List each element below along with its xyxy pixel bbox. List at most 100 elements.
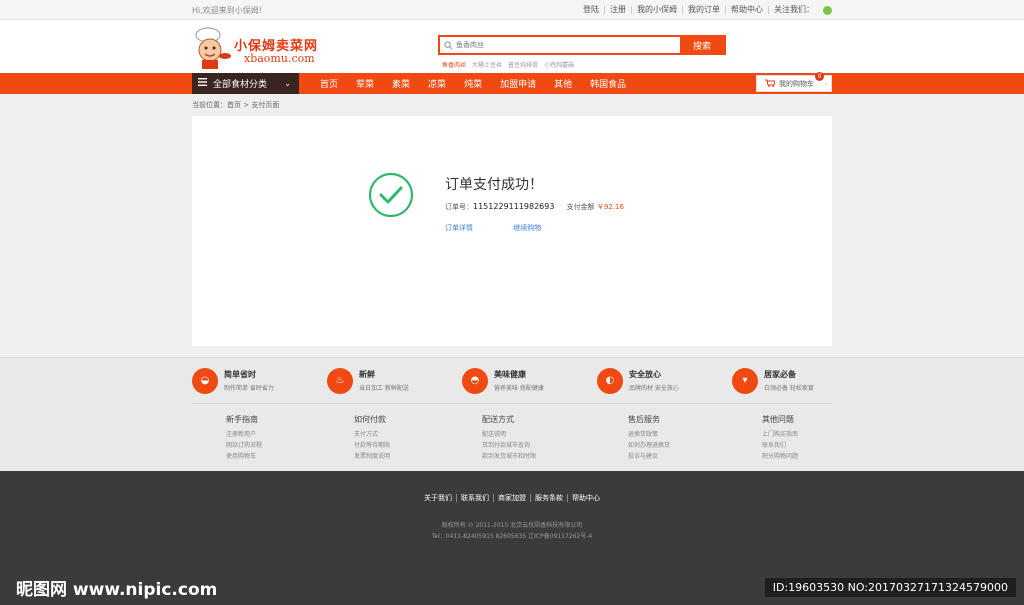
- soup-icon: ♨: [327, 367, 353, 394]
- footer: 关于我们 联系我们 商家加盟 服务条款 帮助中心 版权所有 © 2011-2015 北京…: [0, 471, 1024, 605]
- copyright-text: 版权所有 © 2011-2015 北京云优厨香科技有限公司: [441, 522, 583, 529]
- order-number-label: 订单号：: [445, 203, 473, 211]
- service-item: ♨ 新鲜当日加工 新鲜配送: [327, 367, 447, 394]
- help-link[interactable]: 货到付款城市查询: [482, 440, 536, 451]
- help-link[interactable]: 投诉与建议: [628, 451, 670, 462]
- search-button[interactable]: 搜索: [680, 37, 724, 53]
- site-logo[interactable]: 小保姆卖菜网 xbaomu.com: [192, 26, 332, 70]
- service-subtitle: 当日加工 新鲜配送: [359, 385, 409, 392]
- help-link[interactable]: 支付方式: [354, 429, 390, 440]
- nav-item-stew[interactable]: 炖菜: [464, 77, 482, 90]
- help-link[interactable]: 上门购买指南: [762, 429, 798, 440]
- help-link[interactable]: 如何办理退换货: [628, 440, 670, 451]
- help-column-title: 其他问题: [761, 415, 794, 424]
- hot-word[interactable]: 普豆炖排骨: [508, 60, 538, 69]
- nav-item-other[interactable]: 其他: [554, 77, 572, 90]
- welcome-text: Hi,欢迎来到小保姆!: [192, 5, 262, 15]
- cup-icon: ▾: [732, 367, 758, 394]
- help-center-link[interactable]: 帮助中心: [725, 6, 768, 14]
- watermark-logo: 昵图网 www.nipic.com: [16, 580, 218, 600]
- cart-button[interactable]: 我的购物车 0 ›: [756, 72, 832, 92]
- chevron-down-icon: ⌄: [284, 79, 291, 88]
- hot-word[interactable]: 小鸡炖蘑菇: [544, 60, 574, 69]
- nav-item-meat[interactable]: 荤菜: [356, 77, 374, 90]
- help-link[interactable]: 联系我们: [762, 440, 798, 451]
- service-subtitle: 制作简单 省时省力: [224, 385, 274, 392]
- register-link[interactable]: 注册: [604, 6, 631, 14]
- search-box: 搜索: [438, 35, 726, 55]
- help-link[interactable]: 配送说明: [482, 429, 536, 440]
- help-column: 其他问题 上门购买指南 联系我们 积分购物问题: [762, 414, 798, 462]
- help-link[interactable]: 使用购物车: [226, 451, 262, 462]
- hot-word[interactable]: 大桶土豆丝: [472, 60, 502, 69]
- nav-item-home[interactable]: 首页: [320, 77, 338, 90]
- help-link[interactable]: 退换货政策: [628, 429, 670, 440]
- contact-text: Tel：0411-82405915 82605635 辽ICP备09117262…: [431, 533, 593, 540]
- footer-link-help[interactable]: 帮助中心: [567, 494, 604, 502]
- continue-shopping-link[interactable]: 继续购物: [513, 224, 541, 232]
- header: 小保姆卖菜网 xbaomu.com 搜索 鱼香肉丝 大桶土豆丝 普豆炖排骨 小鸡…: [0, 20, 1024, 73]
- login-link[interactable]: 登陆: [578, 6, 604, 14]
- nav-item-korean-food[interactable]: 韩国食品: [590, 77, 626, 90]
- payment-amount: ￥92.16: [596, 203, 624, 211]
- my-orders-link[interactable]: 我的订单: [682, 6, 725, 14]
- pan-icon: ◐: [597, 367, 623, 394]
- chevron-right-icon: ›: [824, 79, 827, 88]
- footer-link-terms[interactable]: 服务条款: [530, 494, 567, 502]
- my-account-link[interactable]: 我的小保姆: [631, 6, 682, 14]
- service-subtitle: 白领必备 轻松家宴: [764, 385, 814, 392]
- footer-link-franchise[interactable]: 商家加盟: [493, 494, 530, 502]
- nav-item-vegetable[interactable]: 素菜: [392, 77, 410, 90]
- help-column: 配送方式 配送说明 货到付款城市查询 款到发货城市和时限: [482, 414, 536, 462]
- category-label: 全部食材分类: [213, 80, 268, 90]
- help-column: 售后服务 退换货政策 如何办理退换货 投诉与建议: [628, 414, 670, 462]
- footer-link-about[interactable]: 关于我们: [420, 494, 456, 502]
- help-column-title: 配送方式: [481, 415, 514, 424]
- service-title: 简单省时: [224, 370, 256, 379]
- nav-item-franchise[interactable]: 加盟申请: [500, 77, 536, 90]
- service-subtitle: 营养美味 搭配健康: [494, 385, 544, 392]
- footer-link-contact[interactable]: 联系我们: [456, 494, 493, 502]
- hot-words: 鱼香肉丝 大桶土豆丝 普豆炖排骨 小鸡炖蘑菇: [442, 60, 574, 69]
- payment-success-title: 订单支付成功！: [445, 177, 543, 193]
- service-section: ◒ 简单省时制作简单 省时省力 ♨ 新鲜当日加工 新鲜配送 ◓ 美味健康 营养美味…: [0, 357, 1024, 471]
- help-link[interactable]: 付款等待期限: [354, 440, 390, 451]
- help-link[interactable]: 网站订购流程: [226, 440, 262, 451]
- logo-text-en: xbaomu.com: [244, 52, 315, 65]
- search-input[interactable]: [456, 37, 680, 53]
- chef-logo-icon: [195, 27, 231, 69]
- help-column-title: 售后服务: [627, 415, 660, 424]
- help-links: 新手指南 注册新用户 网站订购流程 使用购物车 如何付款 支付方式 付款等待期限…: [192, 404, 832, 462]
- service-title: 新鲜: [359, 370, 375, 379]
- hot-word[interactable]: 鱼香肉丝: [442, 60, 466, 69]
- breadcrumb: 当前位置：首页 > 支付页面: [192, 101, 280, 109]
- wechat-icon[interactable]: [823, 5, 832, 15]
- help-link[interactable]: 积分购物问题: [762, 451, 798, 462]
- service-item: ◓ 美味健康 营养美味 搭配健康: [462, 367, 582, 394]
- help-column-title: 如何付款: [353, 415, 386, 424]
- help-column: 如何付款 支付方式 付款等待期限 发票制度说明: [354, 414, 390, 462]
- category-dropdown[interactable]: 全部食材分类 ⌄: [192, 73, 299, 94]
- service-title: 居家必备: [764, 370, 796, 379]
- search-icon: [440, 37, 456, 53]
- top-links: 登陆 注册 我的小保姆 我的订单 帮助中心 关注我们：: [578, 5, 832, 15]
- service-features: ◒ 简单省时制作简单 省时省力 ♨ 新鲜当日加工 新鲜配送 ◓ 美味健康 营养美味…: [192, 358, 832, 404]
- cart-icon: [765, 79, 776, 89]
- result-actions: 订单详情 继续购物: [445, 223, 579, 233]
- follow-us-link[interactable]: 关注我们：: [768, 6, 819, 14]
- service-item: ◐ 安全放心 品牌肉材 安全放心: [597, 367, 717, 394]
- order-info: 订单号：1151229111982693 支付金额 ￥92.16: [445, 202, 624, 212]
- help-link[interactable]: 款到发货城市和时限: [482, 451, 536, 462]
- bowl-icon: ◒: [192, 367, 218, 394]
- service-item: ▾ 居家必备白领必备 轻松家宴: [732, 367, 832, 394]
- help-link[interactable]: 发票制度说明: [354, 451, 390, 462]
- order-number: 1151229111982693: [473, 202, 555, 211]
- cart-count-badge: 0: [815, 72, 824, 81]
- order-details-link[interactable]: 订单详情: [445, 224, 473, 232]
- dish-icon: ◓: [462, 367, 488, 394]
- nav-menu: 首页 荤菜 素菜 凉菜 炖菜 加盟申请 其他 韩国食品: [320, 77, 644, 90]
- help-link[interactable]: 注册新用户: [226, 429, 262, 440]
- service-subtitle: 品牌肉材 安全放心: [629, 385, 679, 392]
- nav-item-cold-dish[interactable]: 凉菜: [428, 77, 446, 90]
- top-bar: Hi,欢迎来到小保姆! 登陆 注册 我的小保姆 我的订单 帮助中心 关注我们：: [0, 0, 1024, 20]
